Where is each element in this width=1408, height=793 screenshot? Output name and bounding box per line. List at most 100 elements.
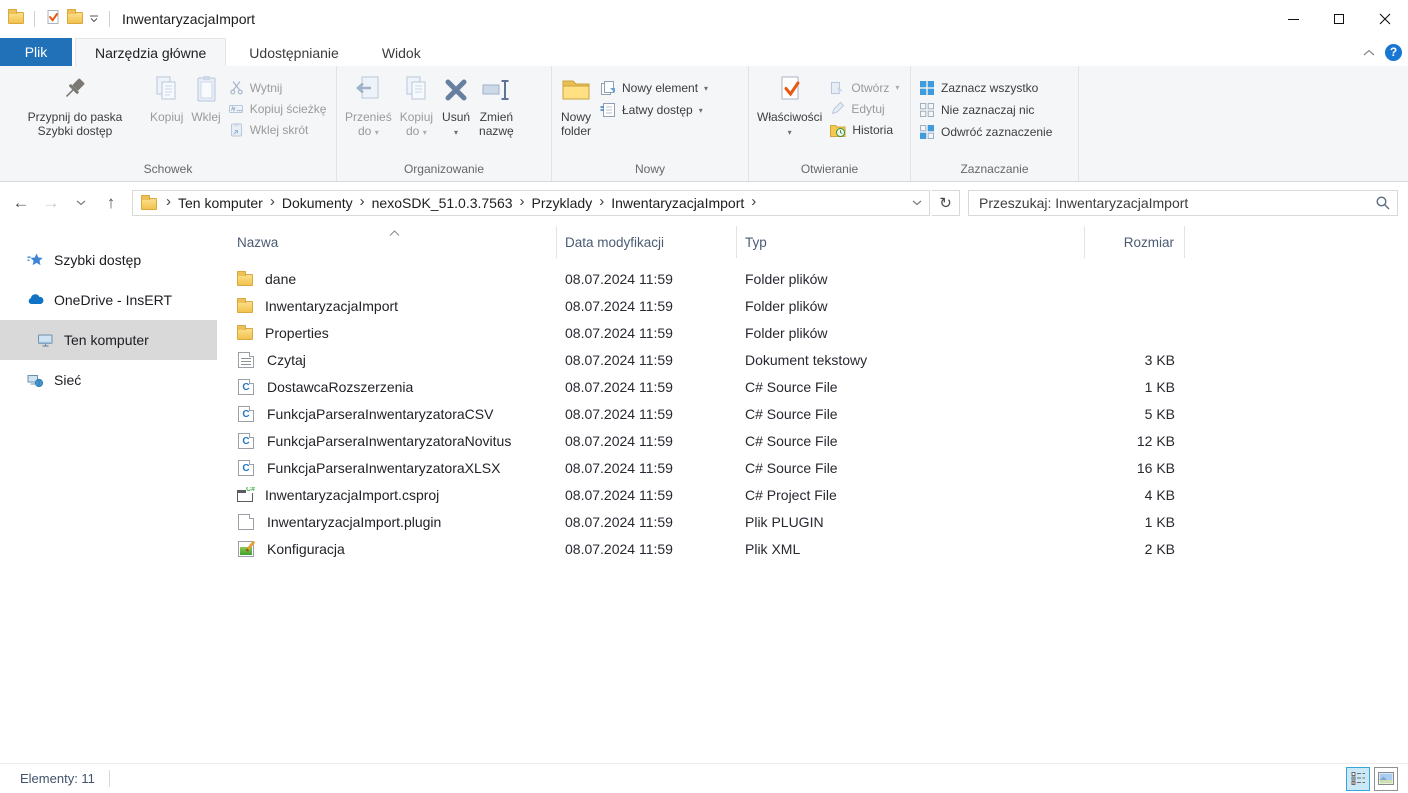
properties-check-icon[interactable]: [45, 9, 61, 30]
refresh-button[interactable]: ↻: [932, 189, 960, 216]
file-row[interactable]: Czytaj 08.07.2024 11:59 Dokument tekstow…: [217, 346, 1408, 373]
up-button[interactable]: ↑: [96, 189, 126, 217]
file-name: FunkcjaParseraInwentaryzatoraCSV: [267, 405, 494, 422]
file-row[interactable]: dane 08.07.2024 11:59 Folder plików: [217, 265, 1408, 292]
collapse-ribbon-icon[interactable]: [1363, 43, 1375, 61]
search-input[interactable]: [979, 194, 1375, 211]
file-size: 1 KB: [1144, 378, 1175, 395]
edit-pencil-icon: [832, 101, 845, 115]
new-folder-button[interactable]: Nowy folder: [556, 68, 596, 138]
tab-share[interactable]: Udostępnianie: [229, 38, 359, 66]
help-icon[interactable]: ?: [1385, 43, 1402, 61]
file-size: 2 KB: [1144, 540, 1175, 557]
paste-button: Wklej: [187, 68, 224, 124]
file-rows: dane 08.07.2024 11:59 Folder plików Inwe…: [217, 265, 1408, 562]
file-row[interactable]: FunkcjaParseraInwentaryzatoraXLSX 08.07.…: [217, 454, 1408, 481]
column-header-name[interactable]: Nazwa: [237, 226, 557, 258]
breadcrumb[interactable]: › Ten komputer › Dokumenty › nexoSDK_51.…: [132, 189, 930, 216]
file-row[interactable]: DostawcaRozszerzenia 08.07.2024 11:59 C#…: [217, 373, 1408, 400]
address-dropdown-button[interactable]: [905, 191, 929, 215]
sidebar-item-quick-access[interactable]: Szybki dostęp: [0, 240, 217, 280]
details-view-button[interactable]: [1346, 766, 1370, 791]
column-header-type[interactable]: Typ: [737, 226, 1085, 258]
copy-to-button: Kopiuj do ▾: [396, 68, 437, 140]
sidebar-item-onedrive[interactable]: OneDrive - InsERT: [0, 280, 217, 320]
copy-path-button: Kopiuj ścieżkę: [225, 98, 331, 119]
status-bar: Elementy: 11: [0, 763, 1408, 793]
file-row[interactable]: InwentaryzacjaImport.plugin 08.07.2024 1…: [217, 508, 1408, 535]
open-button: Otwórz ▾: [826, 77, 903, 98]
file-name: InwentaryzacjaImport.plugin: [267, 513, 442, 530]
file-row[interactable]: FunkcjaParseraInwentaryzatoraNovitus 08.…: [217, 427, 1408, 454]
dropdown-arrow-icon: ▾: [895, 83, 900, 92]
customize-qat-arrow-icon[interactable]: [89, 10, 99, 28]
recent-locations-button[interactable]: [66, 189, 96, 217]
sidebar-item-network[interactable]: Sieć: [0, 360, 217, 400]
tab-file[interactable]: Plik: [0, 38, 72, 66]
file-row[interactable]: Konfiguracja 08.07.2024 11:59 Plik XML 2…: [217, 535, 1408, 562]
move-to-icon: [353, 71, 383, 109]
breadcrumb-segment[interactable]: InwentaryzacjaImport: [607, 195, 748, 211]
file-name: Konfiguracja: [267, 540, 345, 557]
history-icon: [830, 125, 846, 137]
minimize-button[interactable]: [1270, 0, 1316, 38]
file-name: FunkcjaParseraInwentaryzatoraXLSX: [267, 459, 501, 476]
breadcrumb-chevron-icon[interactable]: ›: [357, 193, 368, 212]
onedrive-cloud-icon: [28, 294, 44, 304]
properties-button[interactable]: Właściwości ▾: [753, 68, 826, 140]
maximize-button[interactable]: [1316, 0, 1362, 38]
breadcrumb-chevron-icon[interactable]: ›: [267, 193, 278, 212]
column-header-size[interactable]: Rozmiar: [1085, 226, 1185, 258]
invert-selection-button[interactable]: Odwróć zaznaczenie: [915, 121, 1056, 143]
tab-view[interactable]: Widok: [362, 38, 441, 66]
group-label-clipboard: Schowek: [143, 162, 193, 176]
select-none-icon: [920, 103, 934, 117]
breadcrumb-segment[interactable]: Ten komputer: [174, 195, 267, 211]
new-folder-qat-icon[interactable]: [67, 9, 83, 29]
breadcrumb-segment[interactable]: Dokumenty: [278, 195, 357, 211]
delete-button[interactable]: Usuń ▾: [437, 68, 475, 140]
open-icon: [831, 82, 844, 94]
file-row[interactable]: InwentaryzacjaImport.csproj 08.07.2024 1…: [217, 481, 1408, 508]
file-name: InwentaryzacjaImport.csproj: [265, 486, 440, 503]
close-button[interactable]: [1362, 0, 1408, 38]
csharp-file-icon: [238, 378, 254, 395]
easy-access-button[interactable]: Łatwy dostęp ▾: [596, 99, 712, 121]
pin-to-quick-access-button[interactable]: Przypnij do paska Szybki dostęp: [4, 68, 146, 138]
address-bar: ← → ↑ › Ten komputer › Dokumenty › nexoS…: [0, 183, 1408, 222]
breadcrumb-chevron-icon[interactable]: ›: [748, 193, 759, 212]
file-date: 08.07.2024 11:59: [565, 432, 673, 449]
file-row[interactable]: Properties 08.07.2024 11:59 Folder plikó…: [217, 319, 1408, 346]
breadcrumb-chevron-icon[interactable]: ›: [596, 193, 607, 212]
sidebar-item-this-pc[interactable]: Ten komputer: [0, 320, 217, 360]
tab-home[interactable]: Narzędzia główne: [75, 38, 227, 66]
group-label-open: Otwieranie: [800, 162, 859, 176]
file-row[interactable]: FunkcjaParseraInwentaryzatoraCSV 08.07.2…: [217, 400, 1408, 427]
select-none-button[interactable]: Nie zaznaczaj nic: [915, 99, 1056, 121]
select-all-button[interactable]: Zaznacz wszystko: [915, 77, 1056, 99]
history-button[interactable]: Historia: [826, 119, 903, 141]
new-item-button[interactable]: Nowy element ▾: [596, 77, 712, 99]
breadcrumb-segment[interactable]: nexoSDK_51.0.3.7563: [368, 195, 517, 211]
back-button[interactable]: ←: [6, 189, 36, 217]
search-icon[interactable]: [1375, 195, 1391, 211]
thumbnails-view-button[interactable]: [1374, 766, 1398, 791]
file-size: 3 KB: [1144, 351, 1175, 368]
breadcrumb-chevron-icon[interactable]: ›: [517, 193, 528, 212]
file-row[interactable]: InwentaryzacjaImport 08.07.2024 11:59 Fo…: [217, 292, 1408, 319]
navigation-pane: Szybki dostęp OneDrive - InsERT Ten komp…: [0, 222, 217, 763]
maximize-icon: [1334, 14, 1344, 24]
new-item-icon: [601, 81, 615, 95]
breadcrumb-segment[interactable]: Przyklady: [528, 195, 597, 211]
select-all-icon: [920, 81, 934, 95]
search-box: [968, 189, 1398, 216]
csharp-file-icon: [238, 405, 254, 422]
file-size: 4 KB: [1144, 486, 1175, 503]
chevron-down-icon: [912, 200, 922, 205]
rename-button[interactable]: Zmień nazwę: [475, 68, 518, 138]
column-header-date[interactable]: Data modyfikacji: [557, 226, 737, 258]
divider: [34, 11, 35, 27]
plugin-file-icon: [238, 513, 254, 530]
file-date: 08.07.2024 11:59: [565, 540, 673, 557]
quick-access-toolbar: [0, 9, 114, 30]
